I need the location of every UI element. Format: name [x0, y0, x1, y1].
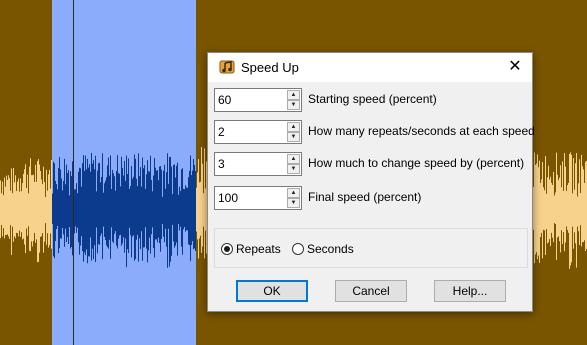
- repeats-input[interactable]: [215, 121, 285, 143]
- starting-speed-row: ▲ ▼ Starting speed (percent): [214, 88, 530, 112]
- cancel-button[interactable]: Cancel: [335, 280, 407, 302]
- music-note-icon: [219, 60, 235, 74]
- radio-selected-icon: [221, 243, 233, 255]
- change-speed-input[interactable]: [215, 153, 285, 175]
- starting-speed-input[interactable]: [215, 89, 285, 111]
- mode-group: Repeats Seconds: [214, 228, 528, 268]
- close-button[interactable]: ✕: [498, 53, 532, 82]
- spin-down-icon[interactable]: ▼: [287, 198, 300, 208]
- seconds-radio[interactable]: Seconds: [292, 242, 354, 258]
- repeats-radio[interactable]: Repeats: [221, 242, 281, 258]
- help-button[interactable]: Help...: [434, 280, 506, 302]
- spin-down-icon[interactable]: ▼: [287, 164, 300, 174]
- radio-unselected-icon: [292, 243, 304, 255]
- spin-up-icon[interactable]: ▲: [287, 90, 300, 100]
- close-icon: ✕: [508, 58, 522, 75]
- change-speed-row: ▲ ▼ How much to change speed by (percent…: [214, 152, 530, 176]
- ok-button[interactable]: OK: [236, 280, 308, 302]
- spin-up-icon[interactable]: ▲: [287, 154, 300, 164]
- title-bar[interactable]: Speed Up ✕: [208, 53, 532, 82]
- spin-down-icon[interactable]: ▼: [287, 132, 300, 142]
- final-speed-label: Final speed (percent): [308, 190, 422, 204]
- final-speed-row: ▲ ▼ Final speed (percent): [214, 186, 530, 210]
- spin-up-icon[interactable]: ▲: [287, 122, 300, 132]
- starting-speed-spinbox[interactable]: ▲ ▼: [214, 88, 302, 112]
- seconds-radio-label: Seconds: [307, 242, 354, 256]
- repeats-spinbox[interactable]: ▲ ▼: [214, 120, 302, 144]
- repeats-row: ▲ ▼ How many repeats/seconds at each spe…: [214, 120, 535, 144]
- change-speed-label: How much to change speed by (percent): [308, 156, 525, 170]
- speed-up-dialog: Speed Up ✕ ▲ ▼ Starting speed (percent) …: [207, 52, 535, 312]
- spin-up-icon[interactable]: ▲: [287, 188, 300, 198]
- dialog-title: Speed Up: [241, 60, 299, 75]
- repeats-label: How many repeats/seconds at each speed: [308, 124, 535, 138]
- starting-speed-label: Starting speed (percent): [308, 92, 437, 106]
- spin-down-icon[interactable]: ▼: [287, 100, 300, 110]
- repeats-radio-label: Repeats: [236, 242, 281, 256]
- change-speed-spinbox[interactable]: ▲ ▼: [214, 152, 302, 176]
- final-speed-input[interactable]: [215, 187, 285, 209]
- final-speed-spinbox[interactable]: ▲ ▼: [214, 186, 302, 210]
